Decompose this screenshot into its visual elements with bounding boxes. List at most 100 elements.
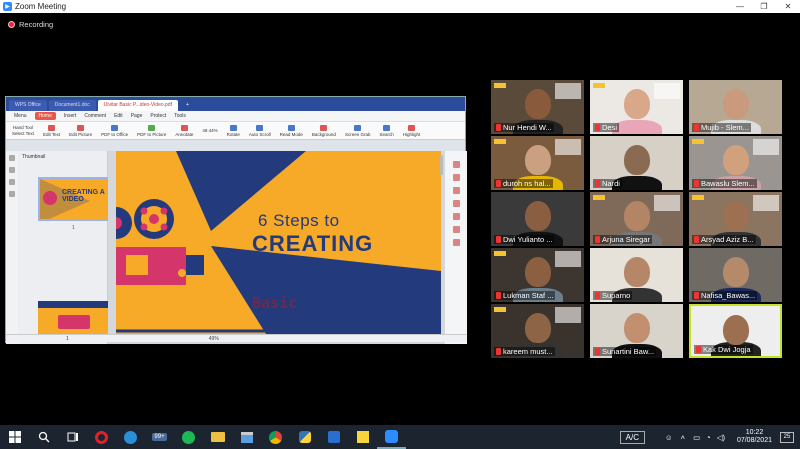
participant-tile[interactable]: Suparno	[590, 248, 683, 302]
participant-tile[interactable]: Mujib - Slem...	[689, 80, 782, 134]
translate-icon[interactable]	[452, 187, 460, 194]
recording-label: Recording	[19, 20, 54, 29]
compress-icon[interactable]	[452, 200, 460, 207]
participant-tile[interactable]: Nardi	[590, 136, 683, 190]
participant-tile[interactable]: Dwi Yulianto ...	[491, 192, 584, 246]
participant-tile[interactable]: Arjuna Siregar	[590, 192, 683, 246]
merge-icon[interactable]	[452, 226, 460, 233]
opera-icon[interactable]	[87, 425, 116, 449]
page-thumbnail-1[interactable]: CREATING A VIDEO	[38, 177, 110, 221]
page-scrollbar[interactable]	[440, 155, 443, 175]
notification-center-icon[interactable]: 25	[780, 431, 794, 443]
windows-icon[interactable]	[0, 425, 29, 449]
mic-muted-icon	[496, 180, 501, 187]
ac-indicator[interactable]: A/C	[619, 430, 645, 444]
menu-item-comment[interactable]: Comment	[84, 113, 106, 119]
recording-indicator[interactable]: Recording	[8, 20, 53, 29]
new-tab-button[interactable]: +	[180, 100, 195, 111]
menu-item-insert[interactable]: Insert	[64, 113, 77, 119]
app-menu-bar: Menu Home Insert Comment Edit Page Prote…	[6, 111, 465, 122]
python-icon[interactable]	[290, 425, 319, 449]
share-icon[interactable]	[452, 239, 460, 246]
chevron-up-icon[interactable]: ˄	[681, 433, 685, 442]
participant-name-text: Bawaslu Slem...	[701, 179, 755, 188]
network-icon[interactable]: ◔	[706, 433, 711, 442]
annotation-panel-icon[interactable]	[9, 179, 15, 185]
menu-item-home[interactable]: Home	[34, 112, 56, 120]
bawaslu-logo	[494, 251, 506, 256]
menu-item-tools[interactable]: Tools	[174, 113, 186, 119]
hand-tool-button[interactable]: Hand Tool Select Text	[12, 125, 34, 136]
search-button[interactable]: Search	[379, 124, 394, 137]
close-button[interactable]: ✕	[776, 0, 800, 13]
participant-tile[interactable]: Sunartini Baw...	[590, 304, 683, 358]
task-view-icon[interactable]	[58, 425, 87, 449]
participant-tile[interactable]: Desi	[590, 80, 683, 134]
participant-tile[interactable]: kareem must...	[491, 304, 584, 358]
highlight-button[interactable]: Highlight	[403, 124, 420, 137]
chrome-icon[interactable]	[261, 425, 290, 449]
backdrop-poster	[654, 83, 680, 99]
shared-screen[interactable]: WPS Office Document1.doc Ulvitar Basic P…	[5, 96, 467, 344]
search-icon[interactable]	[29, 425, 58, 449]
participant-tile[interactable]: Kak Dwi Jogja	[689, 304, 782, 358]
bawaslu-logo	[593, 195, 605, 200]
store-icon[interactable]	[232, 425, 261, 449]
annotate-button[interactable]: Annotate	[175, 124, 193, 137]
convert-icon[interactable]	[452, 161, 460, 168]
maximize-button[interactable]: ❐	[752, 0, 776, 13]
attachment-icon[interactable]	[9, 191, 15, 197]
participant-face	[722, 145, 749, 175]
edge-icon[interactable]	[116, 425, 145, 449]
system-tray: A/C ☺ ˄ ▭ ◔ ◁) 10:22 07/08/2021 25	[619, 425, 800, 449]
sticky-notes-icon[interactable]	[348, 425, 377, 449]
thumb2-film-strip	[38, 301, 110, 308]
edit-icon[interactable]	[452, 174, 460, 181]
background-button[interactable]: Background	[311, 124, 336, 137]
slide-heading-line2: CREATING	[252, 231, 374, 256]
tab-pdf[interactable]: Ulvitar Basic P...ideo-Video.pdf	[97, 100, 178, 111]
minimize-button[interactable]: —	[728, 0, 752, 13]
edit-text-button[interactable]: Edit Text	[43, 124, 60, 137]
people-icon[interactable]: ☺	[665, 433, 673, 442]
zoom-icon[interactable]	[377, 425, 406, 449]
menu-item-page[interactable]: Page	[131, 113, 143, 119]
tab-wps-office[interactable]: WPS Office	[9, 100, 47, 111]
pdf-to-picture-button[interactable]: PDF to Picture	[137, 124, 166, 137]
rotate-icon	[229, 124, 237, 131]
volume-icon[interactable]: ◁)	[717, 433, 725, 442]
menu-item-menu[interactable]: Menu	[14, 113, 27, 119]
select-text-label: Select Text	[12, 131, 34, 136]
participant-tile[interactable]: Bawaslu Slem...	[689, 136, 782, 190]
thumbnail-panel-icon[interactable]	[9, 155, 15, 161]
participant-name: Sunartini Baw...	[593, 347, 657, 356]
status-page[interactable]: 1	[66, 336, 69, 342]
tab-document[interactable]: Document1.doc	[48, 100, 96, 111]
rotate-button[interactable]: Rotate	[227, 124, 240, 137]
bookmark-icon[interactable]	[9, 167, 15, 173]
menu-item-edit[interactable]: Edit	[114, 113, 123, 119]
battery-icon[interactable]: ▭	[693, 433, 700, 442]
participant-tile[interactable]: Nur Hendi W...	[491, 80, 584, 134]
zoom-level[interactable]: 49.44%	[202, 128, 217, 133]
participant-tile[interactable]: Arsyad Aziz B...	[689, 192, 782, 246]
screen-grab-button[interactable]: Screen Grab	[345, 124, 370, 137]
pdf-to-office-button[interactable]: PDF to Office	[101, 124, 128, 137]
file-explorer-icon[interactable]	[203, 425, 232, 449]
auto-scroll-button[interactable]: Auto Scroll	[249, 124, 271, 137]
status-zoom[interactable]: 49%	[209, 336, 219, 342]
paint-icon[interactable]	[319, 425, 348, 449]
read-mode-button[interactable]: Read Mode	[280, 124, 303, 137]
page-view[interactable]: 6 Steps to CREATING A VIDEO Basic	[108, 151, 467, 344]
participant-tile[interactable]: Nafisa_Bawas...	[689, 248, 782, 302]
participant-tile[interactable]: duroh ns hal...	[491, 136, 584, 190]
participant-face	[722, 315, 749, 345]
badge-99-icon[interactable]: 99+	[145, 425, 174, 449]
edit-picture-button[interactable]: Edit Picture	[69, 124, 92, 137]
background-label: Background	[311, 131, 336, 137]
menu-item-protect[interactable]: Protect	[150, 113, 166, 119]
participant-tile[interactable]: Lukman Staf ...	[491, 248, 584, 302]
sign-icon[interactable]	[452, 213, 460, 220]
taskbar-clock[interactable]: 10:22 07/08/2021	[737, 429, 772, 445]
spotify-icon[interactable]	[174, 425, 203, 449]
